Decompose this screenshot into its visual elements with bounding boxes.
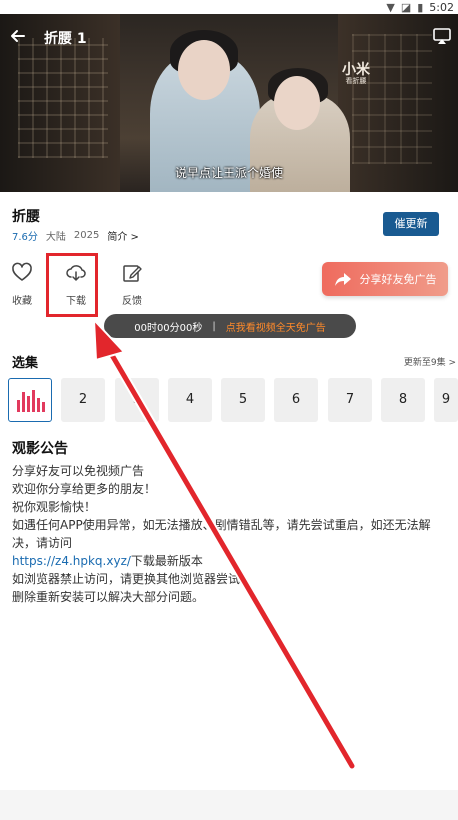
download-url-link[interactable]: https://z4.hpkq.xyz/ [12, 554, 131, 568]
favorite-button[interactable]: 收藏 [0, 262, 44, 307]
character-left-face [178, 40, 230, 100]
wifi-icon: ▼ [386, 0, 395, 14]
playing-bars-icon [17, 390, 45, 412]
episode-item[interactable]: 9 [434, 378, 458, 422]
episode-item[interactable]: 8 [381, 378, 425, 422]
no-signal-icon: ◪ [400, 0, 412, 14]
share-arrow-icon [334, 273, 351, 286]
show-year: 2025 [73, 230, 100, 241]
notice-line: 祝你观影愉快！ [12, 500, 97, 514]
share-friends-button[interactable]: 分享好友免广告 [322, 262, 448, 296]
episode-item[interactable]: 3 [115, 378, 159, 422]
episode-item[interactable]: 7 [328, 378, 372, 422]
episode-item[interactable]: 5 [221, 378, 265, 422]
cast-icon[interactable] [432, 26, 452, 46]
show-title: 折腰 [12, 209, 40, 225]
character-right-face [274, 76, 320, 130]
ad-free-bar[interactable]: 00时00分00秒 | 点我看视频全天免广告 [104, 314, 356, 338]
favorite-label: 收藏 [12, 296, 32, 307]
notice-body: 分享好友可以免视频广告 欢迎你分享给更多的朋友！ 祝你观影愉快！ 如遇任何APP… [12, 462, 442, 606]
show-score: 7.6分 [12, 232, 38, 243]
battery-icon: ▮ [417, 0, 424, 14]
notice-line: 如浏览器禁止访问，请更换其他浏览器尝试。 [12, 572, 253, 586]
notice-title: 观影公告 [12, 441, 68, 457]
feedback-label: 反馈 [122, 296, 142, 307]
heart-icon [12, 262, 32, 281]
episodes-more-link[interactable]: 更新至9集 > [404, 355, 456, 368]
video-subtitle: 说早点让王派个婚使 [174, 166, 283, 180]
intro-link[interactable]: 简介 > [107, 228, 139, 243]
back-arrow-icon[interactable] [8, 26, 28, 46]
show-info: 折腰 [12, 206, 40, 226]
watermark-subtext: 看折腰 [345, 77, 367, 85]
video-player[interactable]: 小米 看折腰 说早点让王派个婚使 折腰 1 [0, 14, 458, 192]
edit-icon [123, 265, 142, 282]
ad-timer: 00时00分00秒 [134, 322, 203, 334]
notice-line: 删除重新安装可以解决大部分问题。 [12, 590, 205, 604]
watermark-text: 小米 [342, 62, 370, 78]
show-meta: 7.6分 大陆 2025 简介 > [12, 228, 139, 243]
episode-1-playing[interactable] [8, 378, 52, 422]
episodes-title: 选集 [12, 356, 39, 371]
status-time: 5:02 [429, 0, 454, 14]
status-bar: ▼ ◪ ▮ 5:02 [0, 0, 458, 14]
notice-line: 分享好友可以免视频广告 [12, 464, 145, 478]
window-lattice-right [352, 34, 432, 164]
feedback-button[interactable]: 反馈 [110, 262, 154, 307]
show-region: 大陆 [45, 232, 66, 243]
episode-item[interactable]: 4 [168, 378, 212, 422]
episode-item[interactable]: 6 [274, 378, 318, 422]
bottom-strip [0, 790, 458, 820]
video-watermark: 小米 看折腰 [342, 62, 370, 85]
notice-download-suffix: 下载最新版本 [130, 554, 203, 568]
episode-list: 2 3 4 5 6 7 8 9 [8, 378, 458, 422]
notice-download-line: https://z4.hpkq.xyz/下载最新版本 [12, 552, 442, 570]
notice-line: 如遇任何APP使用异常，如无法播放、剧情错乱等，请先尝试重启，如还无法解决，请访… [12, 518, 431, 550]
remind-update-button[interactable]: 催更新 [383, 212, 439, 236]
episode-item[interactable]: 2 [61, 378, 105, 422]
ad-separator: | [212, 320, 216, 332]
status-icons: ▼ ◪ ▮ 5:02 [386, 0, 454, 14]
ad-free-link[interactable]: 点我看视频全天免广告 [226, 319, 326, 334]
notice-line: 欢迎你分享给更多的朋友！ [12, 482, 157, 496]
video-title: 折腰 1 [44, 31, 87, 47]
download-highlight-box [46, 253, 98, 317]
share-label: 分享好友免广告 [359, 273, 437, 286]
window-lattice [18, 38, 108, 158]
